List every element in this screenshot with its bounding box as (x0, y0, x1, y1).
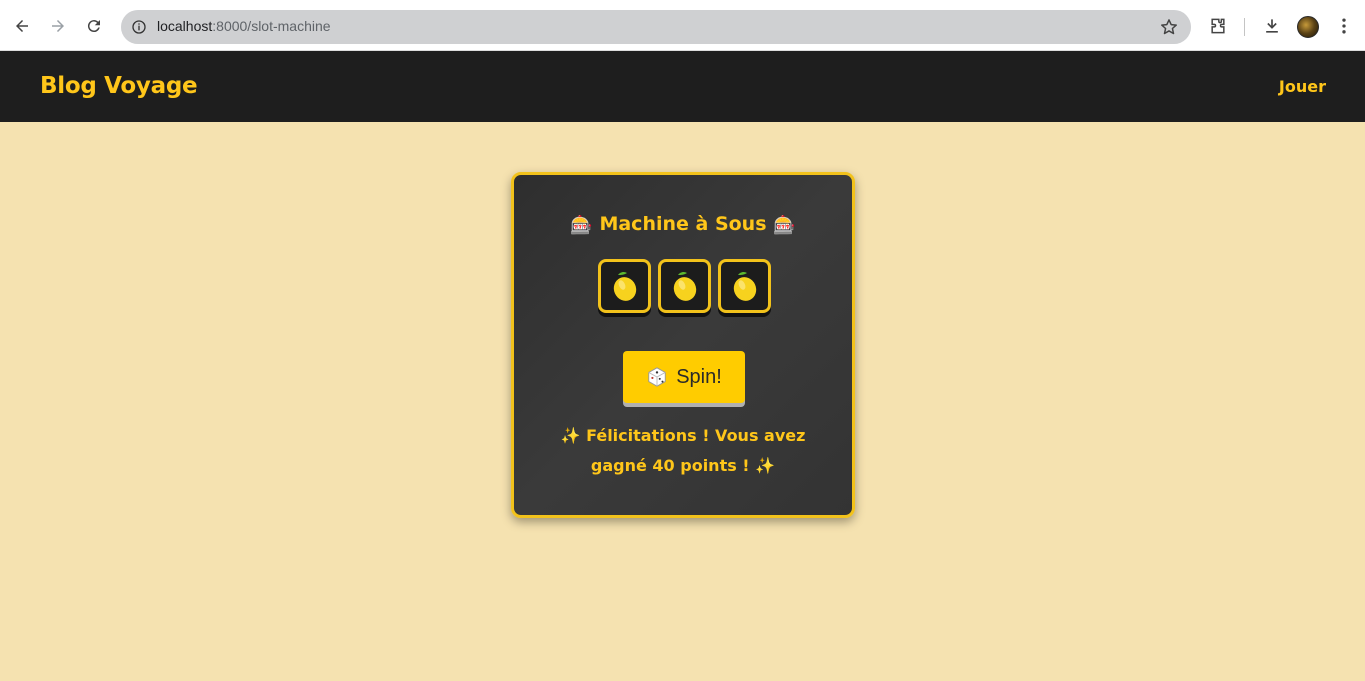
spin-button-label: Spin! (676, 365, 722, 388)
reel-1 (598, 259, 651, 313)
sparkle-icon: ✨ (755, 456, 776, 475)
lemon-icon (673, 271, 696, 301)
nav-link-jouer[interactable]: Jouer (1279, 77, 1326, 96)
sparkle-icon: ✨ (560, 426, 581, 445)
site-info-icon[interactable] (127, 15, 151, 39)
reload-icon[interactable] (81, 13, 107, 39)
browser-toolbar: localhost:8000/slot-machine (0, 0, 1365, 51)
url-text: localhost:8000/slot-machine (157, 18, 331, 34)
site-header: Blog Voyage Jouer (0, 51, 1365, 122)
toolbar-divider (1244, 18, 1245, 36)
spin-button[interactable]: Spin! (623, 351, 745, 403)
menu-dots-icon[interactable] (1333, 15, 1355, 37)
reels (598, 259, 772, 315)
slot-machine-card: 🎰 Machine à Sous 🎰 Spin! ✨ Félicitations… (511, 172, 855, 518)
download-icon[interactable] (1261, 15, 1283, 37)
slot-machine-icon: 🎰 (570, 215, 593, 236)
profile-avatar[interactable] (1297, 16, 1319, 38)
url-path: :8000/slot-machine (212, 18, 331, 34)
lemon-icon (733, 271, 756, 301)
result-message: ✨ Félicitations ! Vous avez gagné 40 poi… (532, 421, 834, 481)
reel-3 (718, 259, 771, 313)
address-bar[interactable]: localhost:8000/slot-machine (121, 10, 1191, 44)
extensions-icon[interactable] (1207, 15, 1229, 37)
back-icon[interactable] (9, 13, 35, 39)
forward-icon[interactable] (45, 13, 71, 39)
slot-machine-title-text: Machine à Sous (599, 213, 767, 235)
lemon-icon (613, 271, 636, 301)
site-brand[interactable]: Blog Voyage (40, 73, 198, 99)
bookmark-star-icon[interactable] (1159, 17, 1179, 37)
dice-icon (648, 367, 666, 387)
slot-machine-icon: 🎰 (773, 215, 796, 236)
slot-machine-title: 🎰 Machine à Sous 🎰 (514, 213, 852, 236)
reel-2 (658, 259, 711, 313)
url-host: localhost (157, 18, 213, 34)
